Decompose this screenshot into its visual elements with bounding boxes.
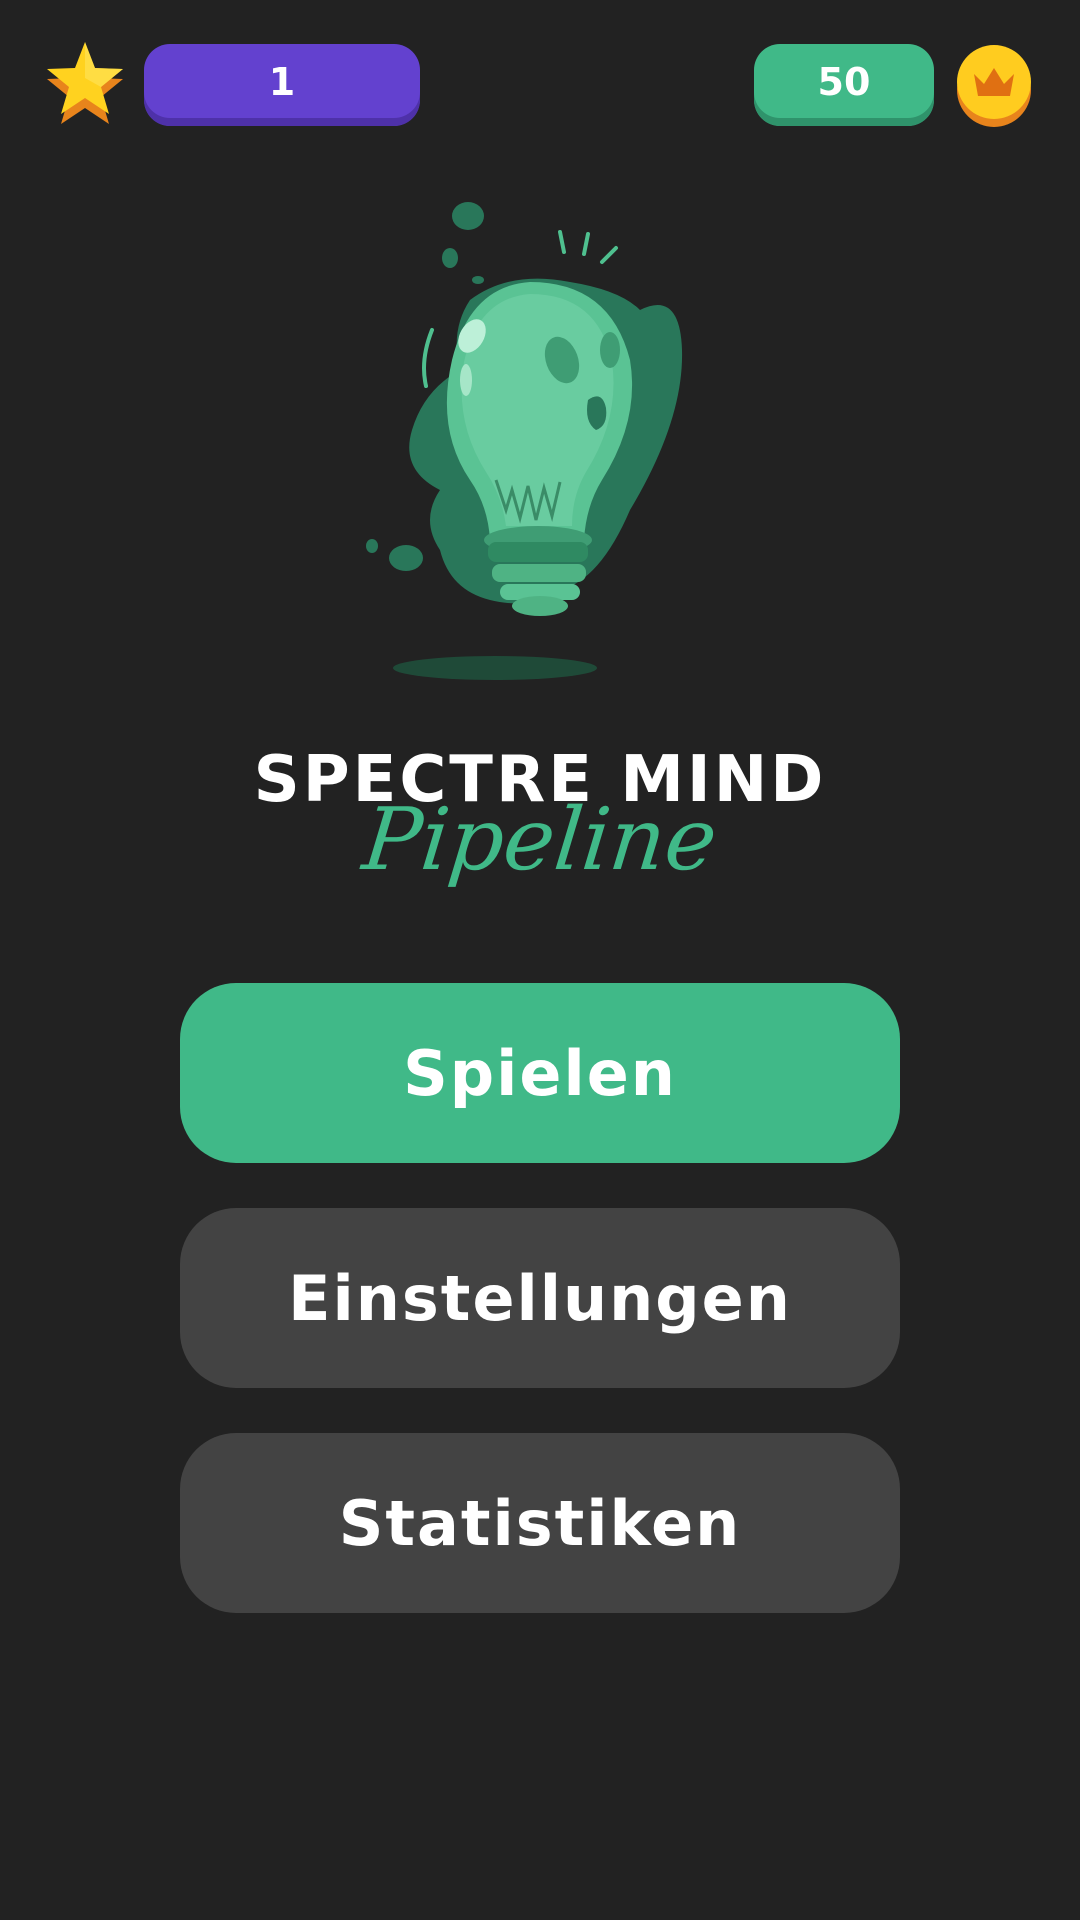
coins-value: 50 — [817, 60, 871, 104]
play-button[interactable]: Spielen — [180, 983, 900, 1163]
lightbulb-illustration — [340, 190, 720, 690]
settings-button[interactable]: Einstellungen — [180, 1208, 900, 1388]
star-icon — [40, 38, 130, 128]
game-subtitle: Pipeline — [358, 790, 722, 890]
statistics-button[interactable]: Statistiken — [180, 1433, 900, 1613]
coins-display: 50 — [754, 44, 934, 126]
level-value: 1 — [268, 60, 296, 104]
level-display: 1 — [144, 44, 420, 126]
crown-coin-icon — [956, 42, 1032, 128]
